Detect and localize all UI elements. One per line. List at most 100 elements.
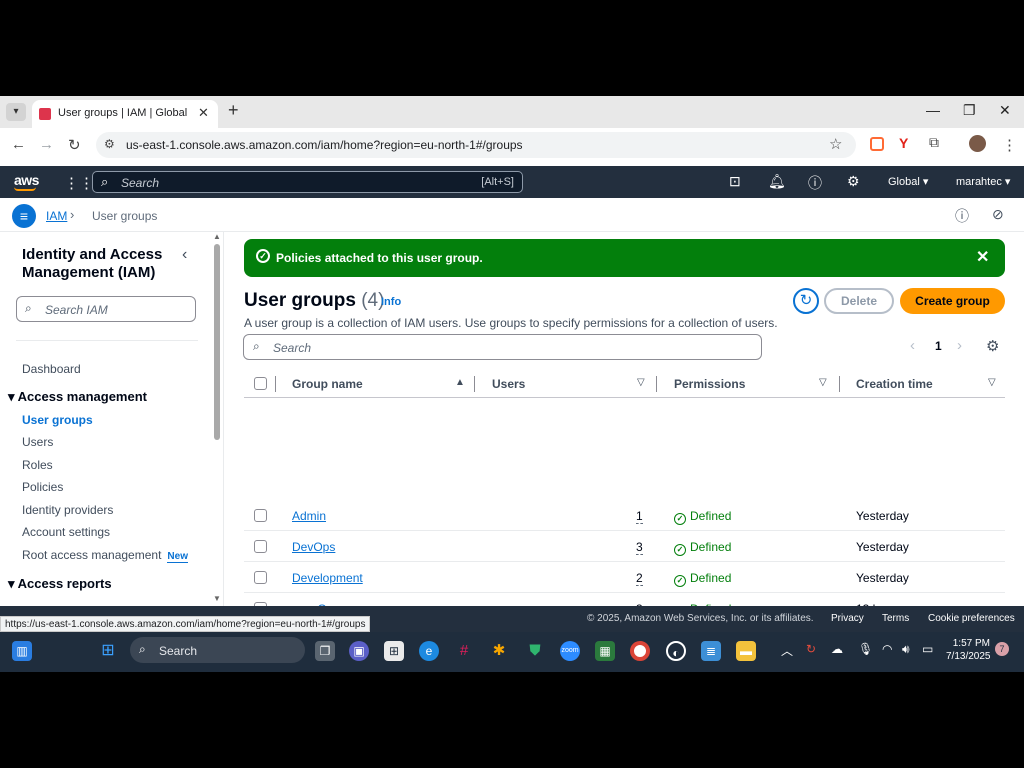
sidebar-item-root-access-management[interactable]: Root access management New [22,548,188,563]
user-count[interactable]: 1 [636,509,643,524]
column-header-permissions[interactable]: Permissions [674,377,745,391]
widgets-icon[interactable]: ▥ [12,641,32,661]
previous-page-icon[interactable]: ‹ [910,337,915,354]
row-checkbox[interactable] [254,571,267,584]
sidebar-item-roles[interactable]: Roles [22,458,53,472]
windows-start-icon[interactable]: ⊞ [98,641,118,661]
bookmark-star-icon[interactable]: ☆ [829,135,842,153]
volume-icon[interactable]: 🔊︎ [902,642,910,657]
site-info-icon[interactable]: ⚙ [104,137,115,151]
aws-logo[interactable]: aws [14,172,39,188]
group-name-link[interactable]: Development [292,571,363,585]
task-view-icon[interactable]: ❐ [315,641,335,661]
address-url[interactable]: us-east-1.console.aws.amazon.com/iam/hom… [126,138,523,152]
slack-icon[interactable]: # [454,641,474,661]
wifi-icon[interactable]: ◠ [882,642,892,656]
minimize-icon[interactable]: — [926,102,940,118]
cookie-preferences-link[interactable]: Cookie preferences [928,613,1015,624]
breadcrumb-iam-link[interactable]: IAM [46,209,67,223]
taskbar-clock[interactable]: 1:57 PM 7/13/2025 [946,637,991,663]
new-tab-button[interactable]: + [228,100,239,121]
help-icon[interactable]: ⓘ [808,173,822,193]
flash-dismiss-icon[interactable]: ✕ [976,247,989,267]
notifications-panel-icon[interactable]: ⊘ [992,206,1004,223]
info-link[interactable]: Info [381,296,401,308]
show-hidden-icons-icon[interactable]: ︿ [781,642,793,659]
sidebar-section-access-reports[interactable]: ▾ Access reports [8,576,112,592]
table-preferences-gear-icon[interactable]: ⚙ [986,337,999,355]
sidebar-item-dashboard[interactable]: Dashboard [22,362,81,376]
battery-icon[interactable]: ▭ [922,642,933,656]
browser-menu-icon[interactable]: ⋮ [1002,136,1017,154]
group-name-link[interactable]: DevOps [292,540,335,554]
delete-button[interactable]: Delete [824,288,894,314]
sync-icon[interactable]: ↻ [806,642,816,656]
info-panel-icon[interactable]: ⓘ [955,206,969,226]
column-divider[interactable] [656,376,657,392]
row-checkbox[interactable] [254,509,267,522]
column-divider[interactable] [839,376,840,392]
sort-icon[interactable]: ▽ [988,377,996,388]
back-icon[interactable]: ← [11,136,26,153]
column-header-users[interactable]: Users [492,377,525,391]
browser-tab-active[interactable]: User groups | IAM | Global ✕ [32,100,218,128]
edge-browser-icon[interactable]: e [419,641,439,661]
sidebar-item-user-groups[interactable]: User groups [22,413,93,427]
forward-icon[interactable]: → [39,136,54,153]
current-page-number[interactable]: 1 [935,339,942,353]
restore-icon[interactable]: ❐ [963,102,976,119]
app-star-icon[interactable]: ✱ [489,641,509,661]
zoom-icon[interactable]: zoom [560,641,580,661]
scroll-down-icon[interactable]: ▼ [213,594,221,603]
settings-gear-icon[interactable]: ⚙ [847,173,860,190]
column-divider[interactable] [474,376,475,392]
select-all-checkbox[interactable] [254,377,267,390]
row-checkbox[interactable] [254,540,267,553]
address-bar[interactable]: ⚙ us-east-1.console.aws.amazon.com/iam/h… [96,132,856,158]
column-header-group-name[interactable]: Group name [292,377,363,391]
security-shield-icon[interactable]: ⛊ [525,641,545,661]
window-close-icon[interactable]: ✕ [999,102,1011,119]
privacy-link[interactable]: Privacy [831,613,864,624]
excel-like-icon[interactable]: ▦ [595,641,615,661]
sidebar-item-account-settings[interactable]: Account settings [22,525,110,539]
notifications-bell-icon[interactable]: 🔔︎ [768,173,786,190]
table-search-input[interactable]: ⌕ Search [243,334,762,360]
user-count[interactable]: 3 [636,540,643,555]
extension-brave-icon[interactable] [870,137,884,151]
taskbar-search[interactable]: ⌕ Search [130,637,305,663]
create-group-button[interactable]: Create group [900,288,1005,314]
onedrive-cloud-icon[interactable]: ☁ [831,642,843,656]
collapse-sidebar-icon[interactable]: ‹ [182,246,187,264]
profile-avatar[interactable] [969,135,986,152]
aws-search-input[interactable]: ⌕ Search [Alt+S] [92,171,523,193]
tab-close-icon[interactable]: ✕ [198,105,209,121]
obs-icon[interactable]: ◐ [666,641,686,661]
notepad-icon[interactable]: ≣ [701,641,721,661]
file-explorer-icon[interactable]: ▬ [736,641,756,661]
extension-yubikey-icon[interactable]: Y [899,135,913,151]
notification-count-badge[interactable]: 7 [995,642,1009,656]
account-menu[interactable]: marahtec ▾ [956,175,1010,188]
region-selector[interactable]: Global ▾ [888,175,928,188]
sort-icon[interactable]: ▽ [819,377,827,388]
reload-icon[interactable]: ↻ [68,136,81,154]
sidebar-scrollbar[interactable]: ▲ ▼ [212,232,222,606]
teams-icon[interactable]: ▣ [349,641,369,661]
user-count[interactable]: 2 [636,571,643,586]
group-name-link[interactable]: Admin [292,509,326,523]
sidebar-item-users[interactable]: Users [22,435,53,449]
extensions-puzzle-icon[interactable]: ⧉ [929,134,943,150]
sidebar-item-policies[interactable]: Policies [22,480,63,494]
sidebar-item-identity-providers[interactable]: Identity providers [22,503,113,517]
tab-search-button[interactable]: ▾ [6,103,26,121]
sort-ascending-icon[interactable]: ▲ [455,377,465,388]
scrollbar-thumb[interactable] [214,244,220,440]
sidebar-section-access-management[interactable]: ▾ Access management [8,389,147,405]
microsoft-store-icon[interactable]: ⊞ [384,641,404,661]
terms-link[interactable]: Terms [882,613,909,624]
sort-icon[interactable]: ▽ [637,377,645,388]
refresh-button[interactable]: ↻ [793,288,819,314]
nav-menu-icon[interactable]: ≡ [12,204,36,228]
chrome-icon[interactable] [630,641,650,661]
